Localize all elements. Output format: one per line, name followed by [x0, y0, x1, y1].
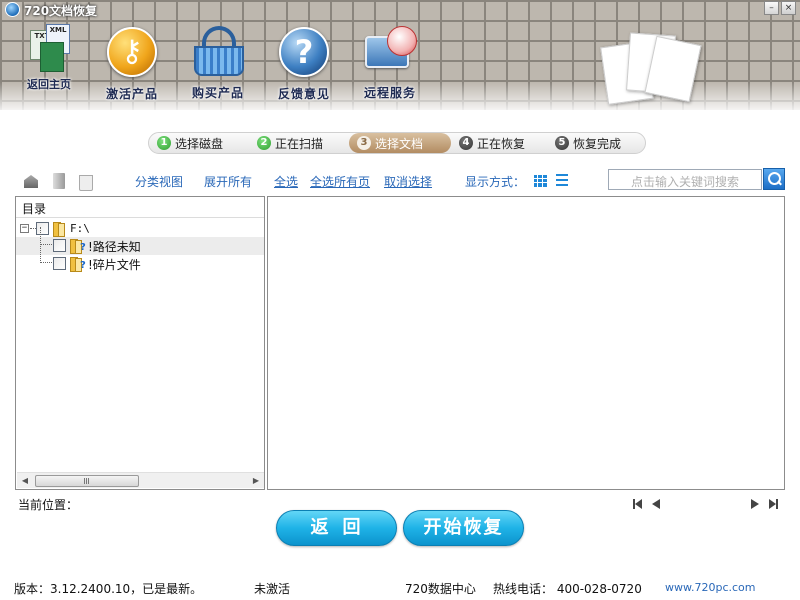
- status-bar: 版本：3.12.2400.10，已是最新。 未激活 720数据中心 热线电话： …: [0, 576, 800, 600]
- tree-node-label: !路径未知: [88, 240, 141, 254]
- horizontal-scrollbar[interactable]: ◀ ▶: [17, 472, 264, 488]
- checkbox[interactable]: [53, 257, 66, 270]
- documents-illustration: [600, 30, 702, 106]
- hotline-text: 热线电话： 400-028-0720: [493, 582, 642, 596]
- remote-label: 远程服务: [363, 86, 416, 100]
- step-number: 3: [357, 136, 371, 150]
- back-button[interactable]: 返回: [276, 510, 397, 546]
- step-select-documents: 3 选择文档: [349, 133, 451, 153]
- start-recovery-button[interactable]: 开始恢复: [403, 510, 524, 546]
- activate-label: 激活产品: [105, 87, 158, 101]
- step-complete: 5 恢复完成: [547, 133, 645, 153]
- feedback-button[interactable]: ? 反馈意见: [272, 24, 336, 102]
- version-text: 版本：3.12.2400.10，已是最新。: [14, 582, 203, 596]
- window-controls: – ×: [764, 1, 796, 15]
- file-list-panel[interactable]: [267, 196, 785, 490]
- current-position-label: 当前位置：: [18, 498, 79, 512]
- search-icon[interactable]: [763, 168, 785, 190]
- collapse-toggle-icon[interactable]: −: [20, 224, 29, 233]
- scroll-left-icon[interactable]: ◀: [17, 473, 33, 489]
- feedback-label: 反馈意见: [277, 87, 330, 101]
- tree-node-label: !碎片文件: [88, 258, 141, 272]
- scrollbar-thumb[interactable]: [35, 475, 139, 487]
- doc-sheet: [40, 42, 64, 72]
- display-mode-label: 显示方式：: [465, 175, 526, 189]
- close-button[interactable]: ×: [781, 1, 796, 15]
- app-logo-icon: [5, 2, 20, 17]
- expand-all-link[interactable]: 展开所有: [204, 173, 252, 190]
- checkbox[interactable]: [36, 222, 49, 235]
- grid-view-icon[interactable]: [533, 174, 547, 187]
- progress-steps: 1 选择磁盘 2 正在扫描 3 选择文档 4 正在恢复 5 恢复完成: [148, 132, 646, 154]
- data-center-text: 720数据中心: [405, 582, 476, 596]
- home-folder-icon[interactable]: [22, 172, 40, 190]
- search-input[interactable]: 点击输入关键词搜索: [608, 169, 762, 190]
- category-view-link[interactable]: 分类视图: [135, 173, 183, 190]
- tree-header: 目录: [16, 197, 264, 218]
- tree-node-root[interactable]: − F:\: [16, 219, 264, 237]
- checkbox[interactable]: [53, 239, 66, 252]
- action-bar: 分类视图 展开所有 全选 全选所有页 取消选择 显示方式： 点击输入关键词搜索: [0, 168, 800, 192]
- unknown-mark-icon: ?: [80, 242, 86, 253]
- parent-folder-icon[interactable]: [50, 172, 68, 190]
- tree-node-fragments[interactable]: ? !碎片文件: [16, 255, 264, 273]
- directory-tree-panel: 目录 − F:\ ? !路径未知 ? !碎片文件 ◀ ▶: [15, 196, 265, 490]
- tree-node-label: F:\: [70, 222, 90, 235]
- title-bar: 720文档恢复 – ×: [0, 0, 800, 18]
- step-label: 选择文档: [375, 136, 424, 151]
- step-select-disk: 1 选择磁盘: [149, 133, 249, 153]
- remote-monitor-icon: [363, 26, 417, 78]
- select-all-pages-link[interactable]: 全选所有页: [310, 173, 370, 190]
- last-page-icon[interactable]: [769, 499, 779, 509]
- step-label: 恢复完成: [573, 136, 622, 151]
- recycle-bin-icon[interactable]: [76, 172, 94, 191]
- step-label: 正在恢复: [477, 136, 526, 151]
- previous-page-icon[interactable]: [652, 499, 662, 509]
- activation-status: 未激活: [254, 582, 291, 596]
- first-page-icon[interactable]: [633, 499, 643, 509]
- document-files-icon: TXT XML: [26, 24, 72, 74]
- step-number: 1: [157, 136, 171, 150]
- folder-icon: [53, 222, 67, 237]
- step-label: 选择磁盘: [175, 136, 224, 151]
- deselect-link[interactable]: 取消选择: [384, 173, 432, 190]
- step-recovering: 4 正在恢复: [451, 133, 547, 153]
- step-number: 5: [555, 136, 569, 150]
- website-link[interactable]: www.720pc.com: [665, 581, 756, 594]
- minimize-button[interactable]: –: [764, 1, 779, 15]
- home-button[interactable]: TXT XML 返回主页: [18, 24, 80, 92]
- next-page-icon[interactable]: [751, 499, 761, 509]
- scroll-right-icon[interactable]: ▶: [248, 473, 264, 489]
- buy-product-button[interactable]: 购买产品: [186, 24, 250, 101]
- tree-node-unknown-path[interactable]: ? !路径未知: [16, 237, 264, 255]
- home-label: 返回主页: [27, 78, 71, 91]
- select-all-link[interactable]: 全选: [274, 173, 298, 190]
- header-banner: 720文档恢复 – × TXT XML 返回主页 激活产品 购买产品 ? 反馈意…: [0, 0, 800, 110]
- shopping-basket-icon: [190, 26, 248, 78]
- list-view-icon[interactable]: [556, 174, 568, 186]
- remote-service-button[interactable]: 远程服务: [358, 24, 422, 101]
- step-number: 4: [459, 136, 473, 150]
- step-number: 2: [257, 136, 271, 150]
- step-label: 正在扫描: [275, 136, 324, 151]
- window-title: 720文档恢复: [24, 4, 98, 18]
- activate-product-button[interactable]: 激活产品: [100, 24, 164, 102]
- step-scanning: 2 正在扫描: [249, 133, 349, 153]
- help-question-icon: ?: [279, 27, 329, 77]
- key-icon: [107, 27, 157, 77]
- unknown-mark-icon: ?: [80, 260, 86, 271]
- buy-label: 购买产品: [191, 86, 244, 100]
